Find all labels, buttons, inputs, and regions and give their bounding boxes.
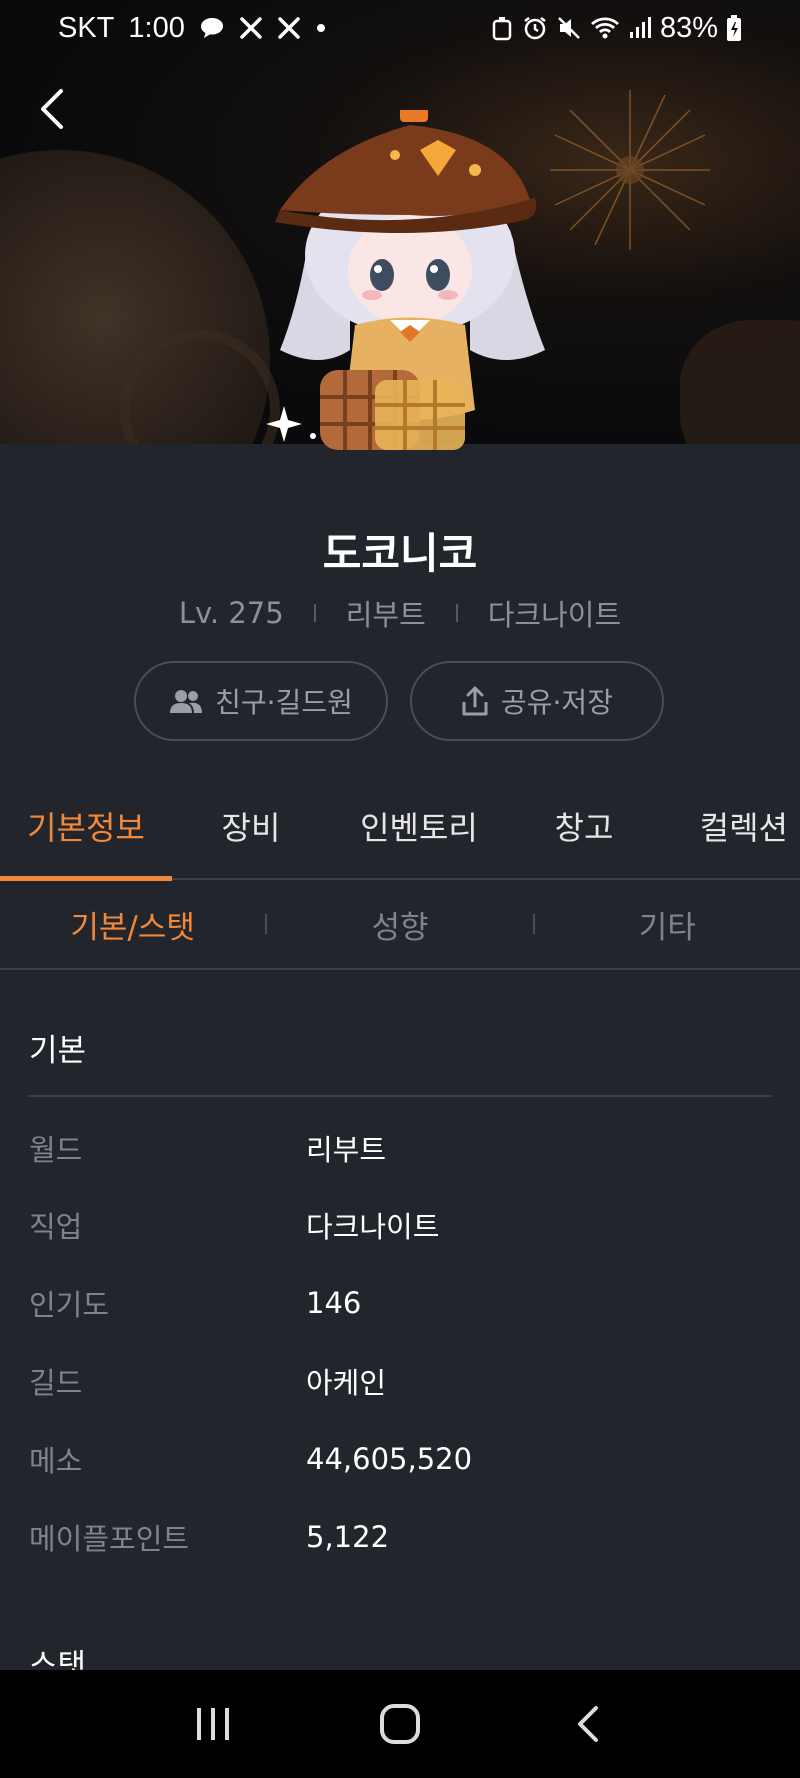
battery-charging-icon	[726, 14, 742, 42]
chat-bubble-icon	[199, 16, 225, 40]
recent-apps-icon	[197, 1708, 230, 1740]
info-label: 메이플포인트	[29, 1522, 190, 1556]
share-save-button[interactable]: 공유·저장	[410, 661, 664, 741]
status-bar: SKT 1:00 83%	[0, 0, 800, 56]
subtab-basic-stats[interactable]: 기본/스탯	[0, 902, 265, 947]
tab-collection[interactable]: 컬렉션	[660, 773, 800, 879]
meta-divider	[313, 604, 316, 622]
info-label: 인기도	[29, 1288, 110, 1322]
subtab-etc[interactable]: 기타	[535, 902, 800, 947]
info-label: 직업	[29, 1210, 83, 1244]
signal-icon	[628, 16, 652, 40]
sub-tabs: 기본/스탯 성향 기타	[0, 880, 800, 970]
info-value: 5,122	[306, 1520, 390, 1554]
info-label: 길드	[29, 1366, 83, 1400]
firework-decoration	[550, 90, 710, 250]
tab-inventory[interactable]: 인벤토리	[330, 773, 508, 879]
people-icon	[170, 690, 203, 713]
info-row-fame: 인기도 146	[29, 1278, 771, 1328]
tab-basic-info[interactable]: 기본정보	[0, 773, 172, 881]
x-app-icon	[277, 16, 301, 40]
character-level: Lv. 275	[178, 596, 284, 630]
x-app-icon	[239, 16, 263, 40]
back-button[interactable]	[30, 82, 74, 136]
character-job: 다크나이트	[487, 598, 622, 632]
info-row-job: 직업 다크나이트	[29, 1200, 771, 1250]
mute-icon	[556, 15, 582, 41]
carrier-label: SKT	[58, 11, 115, 44]
character-world: 리부트	[345, 598, 426, 632]
character-avatar	[266, 110, 545, 450]
basic-section-title: 기본	[29, 1033, 87, 1069]
clock: 1:00	[128, 11, 185, 44]
info-label: 메소	[29, 1444, 83, 1478]
background-rock	[680, 320, 800, 444]
notification-dot-icon	[315, 22, 327, 34]
back-arrow-icon	[577, 1706, 598, 1742]
home-icon	[379, 1704, 420, 1744]
alarm-icon	[522, 15, 548, 41]
character-name: 도코니코	[322, 529, 478, 578]
system-nav-bar	[0, 1670, 800, 1778]
info-value: 146	[306, 1286, 362, 1320]
tab-storage[interactable]: 창고	[508, 773, 660, 879]
system-back-button[interactable]	[557, 1694, 617, 1754]
friends-guild-button[interactable]: 친구·길드원	[134, 661, 388, 741]
share-save-label: 공유·저장	[501, 686, 613, 719]
info-row-guild: 길드 아케인	[29, 1356, 771, 1406]
section-divider	[29, 1095, 771, 1097]
meta-divider	[455, 604, 458, 622]
home-button[interactable]	[370, 1694, 430, 1754]
info-row-world: 월드 리부트	[29, 1123, 771, 1173]
info-value: 44,605,520	[306, 1442, 473, 1476]
share-icon	[462, 686, 488, 716]
info-row-maple-points: 메이플포인트 5,122	[29, 1512, 771, 1562]
wifi-icon	[590, 15, 620, 41]
character-meta: Lv. 275 리부트 다크나이트	[0, 592, 800, 634]
action-row: 친구·길드원 공유·저장	[134, 661, 664, 741]
data-saver-icon	[490, 15, 514, 41]
info-value: 리부트	[306, 1133, 387, 1167]
main-tabs: 기본정보 장비 인벤토리 창고 컬렉션	[0, 773, 800, 881]
chevron-left-icon	[41, 89, 63, 129]
battery-percent: 83%	[659, 11, 718, 44]
info-label: 월드	[29, 1133, 83, 1167]
recent-apps-button[interactable]	[183, 1694, 243, 1754]
subtab-disposition[interactable]: 성향	[267, 902, 532, 947]
tab-equipment[interactable]: 장비	[172, 773, 330, 879]
info-row-meso: 메소 44,605,520	[29, 1434, 771, 1484]
info-value: 다크나이트	[306, 1210, 440, 1244]
info-value: 아케인	[306, 1366, 387, 1400]
friends-guild-label: 친구·길드원	[215, 686, 353, 719]
